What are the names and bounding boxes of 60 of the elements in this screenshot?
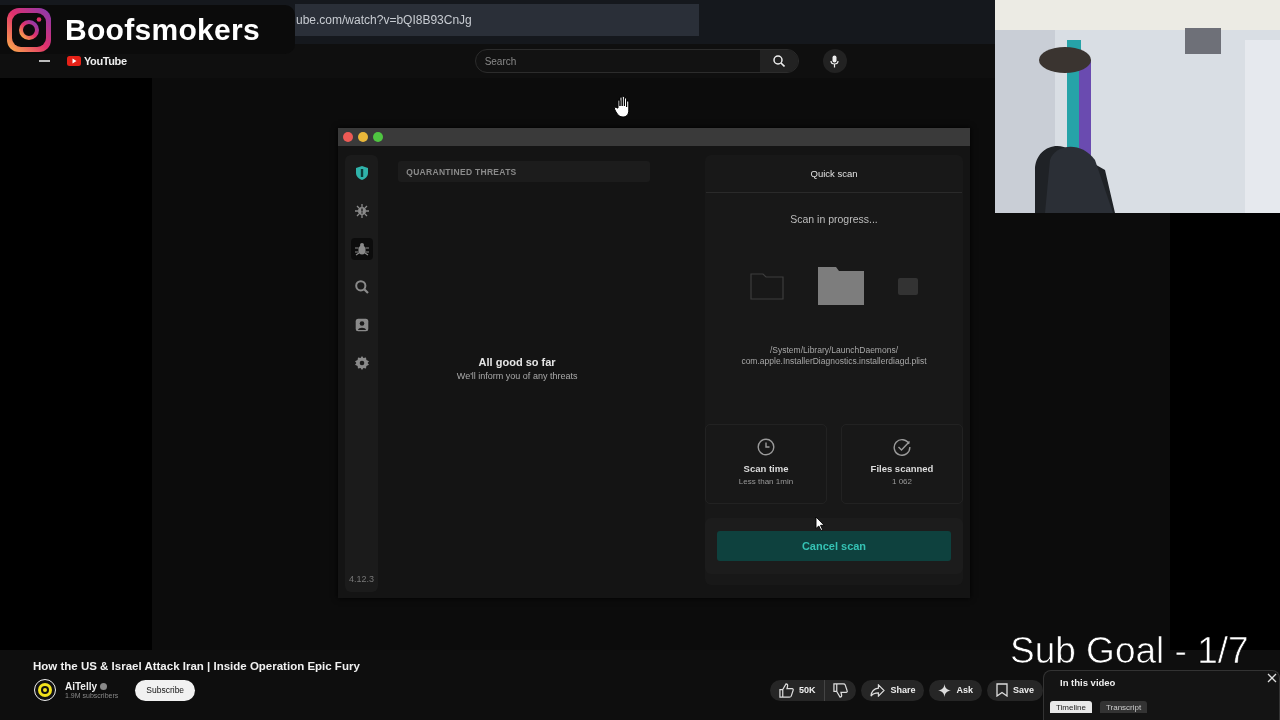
shield-icon xyxy=(355,166,368,180)
like-button[interactable]: 50K xyxy=(769,679,826,701)
scan-title: Quick scan xyxy=(810,168,858,179)
video-title: How the US & Israel Attack Iran | Inside Operation Epic Fury xyxy=(33,660,361,672)
panel-tab[interactable]: Transcript xyxy=(1099,701,1148,713)
channel-name[interactable]: AiTelly xyxy=(65,681,98,692)
clock-icon xyxy=(757,438,775,456)
folder-icon xyxy=(818,267,864,305)
search-field[interactable]: Search xyxy=(474,49,799,73)
channel-avatar[interactable] xyxy=(34,679,56,701)
small-square-icon xyxy=(898,277,918,295)
close-icon[interactable] xyxy=(1267,673,1277,683)
scan-status: Scan in progress... xyxy=(790,213,878,225)
play-logo-icon xyxy=(67,56,81,66)
search-icon xyxy=(354,280,369,294)
version-label: 4.12.3 xyxy=(349,574,375,584)
stat-label: Files scanned xyxy=(870,463,934,474)
sub-goal-text: Sub Goal - 1/7 xyxy=(1010,632,1249,669)
search-button[interactable] xyxy=(759,50,798,72)
address-bar[interactable]: ube.com/watch?v=bQI8B93CnJg xyxy=(295,4,699,36)
stat-value: Less than 1min xyxy=(738,477,794,486)
share-arrow-icon xyxy=(870,683,886,697)
ask-button[interactable]: Ask xyxy=(929,679,982,701)
hand-cursor-icon xyxy=(614,96,632,118)
empty-state-title: All good so far xyxy=(478,356,556,368)
bookmark-icon xyxy=(995,683,1008,697)
streamer-name: Boofsmokers xyxy=(65,12,261,47)
microphone-button[interactable] xyxy=(822,49,847,73)
check-circle-icon xyxy=(893,438,911,456)
subscribe-button[interactable]: Subscribe xyxy=(135,679,196,701)
url-text: ube.com/watch?v=bQI8B93CnJg xyxy=(296,13,472,27)
section-header: QUARANTINED THREATS xyxy=(398,161,651,182)
virus-icon xyxy=(354,204,369,218)
dislike-button[interactable] xyxy=(825,679,857,701)
empty-state-text: We'll inform you of any threats xyxy=(456,371,578,381)
panel-title: In this video xyxy=(1060,677,1116,688)
verified-icon xyxy=(100,683,108,690)
thumbs-up-icon xyxy=(778,682,794,698)
cancel-scan-button[interactable]: Cancel scan xyxy=(717,531,951,561)
thumbs-down-icon xyxy=(833,682,849,698)
sidebar-item[interactable] xyxy=(350,238,373,260)
microphone-icon xyxy=(830,54,840,68)
site-logo[interactable]: YouTube xyxy=(84,55,127,67)
sparkle-icon xyxy=(938,683,952,697)
settings-icon xyxy=(354,356,369,370)
search-icon xyxy=(772,55,785,67)
save-button[interactable]: Save xyxy=(986,679,1043,701)
file-path-line: /System/Library/LaunchDaemons/ xyxy=(769,345,898,355)
bug-icon xyxy=(354,242,369,256)
maximize-icon[interactable] xyxy=(373,132,383,142)
file-path-line: com.apple.InstallerDiagnostics.installerdiagd.plist xyxy=(741,356,927,366)
panel-tab[interactable]: Timeline xyxy=(1050,701,1092,713)
pointer-cursor-icon xyxy=(815,516,825,531)
stat-value: 1 062 xyxy=(892,477,912,486)
folder-outline-icon xyxy=(750,272,784,300)
contact-icon xyxy=(354,318,369,332)
share-button[interactable]: Share xyxy=(861,679,925,701)
search-input[interactable]: Search xyxy=(475,54,760,68)
stat-label: Scan time xyxy=(743,463,789,474)
minimize-icon[interactable] xyxy=(358,132,368,142)
